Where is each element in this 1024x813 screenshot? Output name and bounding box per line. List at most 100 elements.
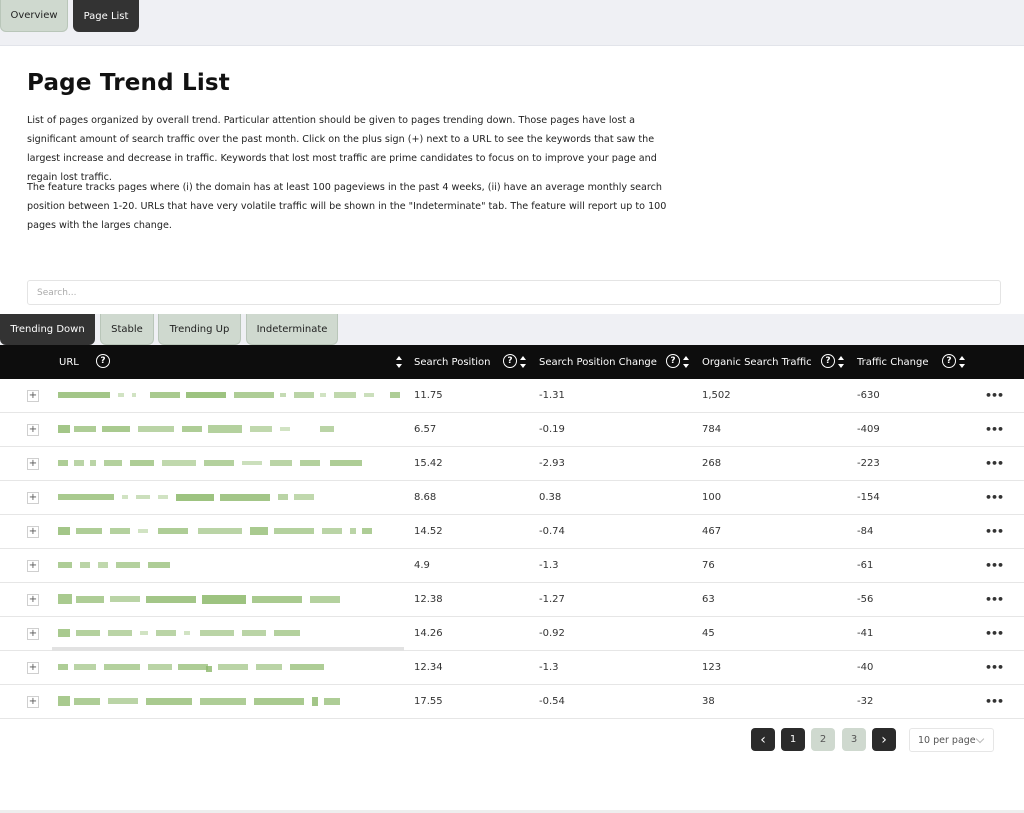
table-row[interactable]: + 4.9 -1.3 76 -61 ••• — [0, 549, 1024, 583]
more-options-icon[interactable]: ••• — [985, 559, 1004, 572]
more-options-icon[interactable]: ••• — [985, 423, 1004, 436]
organic-traffic-sort-icon[interactable] — [837, 355, 845, 369]
page-3-button[interactable]: 3 — [842, 728, 866, 751]
horizontal-scrollbar[interactable] — [52, 647, 404, 651]
blurred-url[interactable] — [58, 424, 338, 434]
table-row[interactable]: + 8.68 0.38 100 -154 ••• — [0, 481, 1024, 515]
search-position-change-cell: -1.3 — [539, 662, 559, 673]
more-options-icon[interactable]: ••• — [985, 525, 1004, 538]
search-position-change-sort-icon[interactable] — [682, 355, 690, 369]
search-position-cell: 4.9 — [414, 560, 430, 571]
expand-row-icon[interactable]: + — [27, 458, 39, 470]
tab-trending-up[interactable]: Trending Up — [158, 314, 241, 345]
expand-row-icon[interactable]: + — [27, 628, 39, 640]
more-options-icon[interactable]: ••• — [985, 457, 1004, 470]
tab-stable-label: Stable — [111, 323, 143, 335]
more-options-icon[interactable]: ••• — [985, 661, 1004, 674]
search-position-cell: 12.34 — [414, 662, 443, 673]
tab-indeterminate[interactable]: Indeterminate — [246, 314, 338, 345]
tab-trending-down-label: Trending Down — [10, 324, 85, 335]
blurred-url[interactable] — [58, 526, 374, 536]
next-page-button[interactable]: › — [872, 728, 896, 751]
blurred-url[interactable] — [58, 458, 363, 468]
more-options-icon[interactable]: ••• — [985, 593, 1004, 606]
table-row[interactable]: + 11.75 -1.31 1,502 -630 ••• — [0, 379, 1024, 413]
page-number: 3 — [850, 734, 858, 745]
organic-traffic-cell: 76 — [702, 560, 715, 571]
url-help-icon[interactable]: ? — [96, 354, 110, 368]
per-page-value: 10 per page — [918, 734, 976, 746]
blurred-url[interactable] — [58, 492, 318, 502]
table-header: URL ? Search Position ? Search Position … — [0, 345, 1024, 379]
search-position-change-help-icon[interactable]: ? — [666, 354, 680, 368]
column-header-search-position[interactable]: Search Position — [414, 345, 490, 379]
traffic-change-cell: -40 — [857, 662, 874, 673]
blurred-url[interactable] — [58, 662, 328, 672]
expand-row-icon[interactable]: + — [27, 390, 39, 402]
traffic-change-cell: -61 — [857, 560, 874, 571]
column-header-organic-search-traffic[interactable]: Organic Search Traffic — [702, 345, 812, 379]
traffic-change-cell: -223 — [857, 458, 880, 469]
url-sort-icon[interactable] — [395, 355, 403, 369]
expand-row-icon[interactable]: + — [27, 492, 39, 504]
search-position-sort-icon[interactable] — [519, 355, 527, 369]
search-input[interactable] — [27, 280, 1001, 305]
trend-tabs-bar: Trending Down Stable Trending Up Indeter… — [0, 314, 1024, 345]
table-row[interactable]: + 6.57 -0.19 784 -409 ••• — [0, 413, 1024, 447]
tab-indeterminate-label: Indeterminate — [256, 323, 328, 335]
search-position-change-cell: -1.3 — [539, 560, 559, 571]
blurred-url[interactable] — [58, 696, 343, 706]
table-row[interactable]: + 15.42 -2.93 268 -223 ••• — [0, 447, 1024, 481]
organic-traffic-cell: 38 — [702, 696, 715, 707]
blurred-url[interactable] — [58, 594, 343, 604]
tab-page-list[interactable]: Page List — [73, 0, 139, 32]
traffic-change-cell: -56 — [857, 594, 874, 605]
column-search-position-change-label: Search Position Change — [539, 356, 657, 368]
organic-traffic-cell: 100 — [702, 492, 722, 503]
more-options-icon[interactable]: ••• — [985, 491, 1004, 504]
expand-row-icon[interactable]: + — [27, 560, 39, 572]
expand-row-icon[interactable]: + — [27, 424, 39, 436]
prev-page-button[interactable]: ‹ — [751, 728, 775, 751]
tab-overview[interactable]: Overview — [0, 0, 68, 32]
search-position-cell: 8.68 — [414, 492, 437, 503]
per-page-select[interactable]: 10 per page — [909, 728, 994, 752]
column-header-traffic-change[interactable]: Traffic Change — [857, 345, 929, 379]
expand-row-icon[interactable]: + — [27, 662, 39, 674]
search-position-cell: 11.75 — [414, 390, 443, 401]
page-1-button[interactable]: 1 — [781, 728, 805, 751]
traffic-change-sort-icon[interactable] — [958, 355, 966, 369]
column-header-search-position-change[interactable]: Search Position Change — [539, 345, 657, 379]
top-nav-bar: Overview Page List — [0, 0, 1024, 46]
traffic-change-cell: -41 — [857, 628, 874, 639]
expand-row-icon[interactable]: + — [27, 526, 39, 538]
tab-stable[interactable]: Stable — [100, 314, 154, 345]
organic-traffic-cell: 1,502 — [702, 390, 731, 401]
expand-row-icon[interactable]: + — [27, 594, 39, 606]
expand-row-icon[interactable]: + — [27, 696, 39, 708]
table-row[interactable]: + 12.38 -1.27 63 -56 ••• — [0, 583, 1024, 617]
organic-traffic-help-icon[interactable]: ? — [821, 354, 835, 368]
table-row[interactable]: + 14.52 -0.74 467 -84 ••• — [0, 515, 1024, 549]
more-options-icon[interactable]: ••• — [985, 389, 1004, 402]
search-position-change-cell: -2.93 — [539, 458, 565, 469]
column-url-label: URL — [59, 356, 79, 368]
tab-overview-label: Overview — [10, 10, 58, 21]
table-row[interactable]: + 17.55 -0.54 38 -32 ••• — [0, 685, 1024, 719]
table-row[interactable]: + 14.26 -0.92 45 -41 ••• — [0, 617, 1024, 651]
feature-description: The feature tracks pages where (i) the d… — [27, 182, 667, 231]
page-2-button[interactable]: 2 — [811, 728, 835, 751]
search-position-help-icon[interactable]: ? — [503, 354, 517, 368]
more-options-icon[interactable]: ••• — [985, 695, 1004, 708]
page-description: List of pages organized by overall trend… — [27, 115, 657, 183]
blurred-url[interactable] — [58, 560, 173, 570]
tab-trending-down[interactable]: Trending Down — [0, 314, 95, 345]
blurred-url[interactable] — [58, 390, 403, 400]
column-header-url[interactable]: URL — [59, 345, 79, 379]
more-options-icon[interactable]: ••• — [985, 627, 1004, 640]
traffic-change-help-icon[interactable]: ? — [942, 354, 956, 368]
chevron-left-icon: ‹ — [760, 731, 766, 748]
traffic-change-cell: -409 — [857, 424, 880, 435]
blurred-url[interactable] — [58, 628, 303, 638]
table-row[interactable]: + 12.34 -1.3 123 -40 ••• — [0, 647, 1024, 685]
